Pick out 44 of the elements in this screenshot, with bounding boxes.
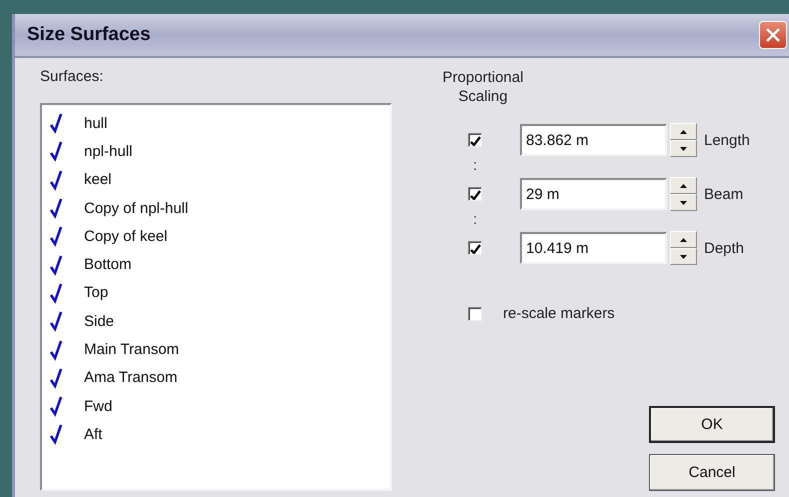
surface-item[interactable]: Ama Transom <box>84 369 178 386</box>
down-arrow-icon <box>680 200 687 204</box>
surface-item[interactable]: Bottom <box>84 256 132 274</box>
spin-up-button[interactable] <box>670 177 697 194</box>
checkbox[interactable] <box>468 306 482 320</box>
dimension-field[interactable]: 29 m <box>520 178 667 210</box>
spin-up-button[interactable] <box>670 123 697 140</box>
spin-down-button[interactable] <box>670 248 697 265</box>
surface-item[interactable]: Top <box>84 284 108 302</box>
close-button[interactable] <box>759 21 787 49</box>
spin-up-button[interactable] <box>670 231 697 248</box>
surfaces-label: Surfaces: <box>40 68 104 85</box>
spin-down-button[interactable] <box>670 194 697 211</box>
window-title: Size Surfaces <box>27 24 151 46</box>
checkbox-label: re-scale markers <box>503 305 615 322</box>
surface-item[interactable]: Copy of keel <box>84 228 168 245</box>
up-arrow-icon <box>680 184 687 188</box>
down-arrow-icon <box>680 146 687 150</box>
checkbox[interactable] <box>468 187 482 201</box>
surface-item[interactable]: Side <box>84 312 114 330</box>
link-mark: : <box>473 159 478 175</box>
close-icon <box>765 27 781 43</box>
scaling-heading: Proportional Scaling <box>442 68 524 106</box>
up-arrow-icon <box>680 238 687 242</box>
surface-item[interactable]: Copy of npl-hull <box>84 200 188 217</box>
dimension-field[interactable]: 83.862 m <box>520 124 667 156</box>
surface-item[interactable]: hull <box>84 114 108 132</box>
checkbox[interactable] <box>468 133 482 147</box>
link-mark: : <box>473 213 478 229</box>
surface-item[interactable]: keel <box>84 171 112 188</box>
surface-item[interactable]: Fwd <box>84 398 112 415</box>
dialog-button[interactable]: OK <box>649 406 775 443</box>
dimension-label: Length <box>704 132 750 148</box>
checkbox[interactable] <box>468 241 482 255</box>
dialog-button[interactable]: Cancel <box>649 454 775 491</box>
spin-down-button[interactable] <box>670 140 697 157</box>
surface-item[interactable]: Aft <box>84 426 102 443</box>
dimension-label: Depth <box>704 240 744 256</box>
surface-item[interactable]: npl-hull <box>84 142 132 160</box>
surface-item[interactable]: Main Transom <box>84 341 180 358</box>
dimension-field[interactable]: 10.419 m <box>520 232 667 264</box>
up-arrow-icon <box>680 130 687 134</box>
down-arrow-icon <box>680 254 687 258</box>
dimension-label: Beam <box>704 186 744 202</box>
